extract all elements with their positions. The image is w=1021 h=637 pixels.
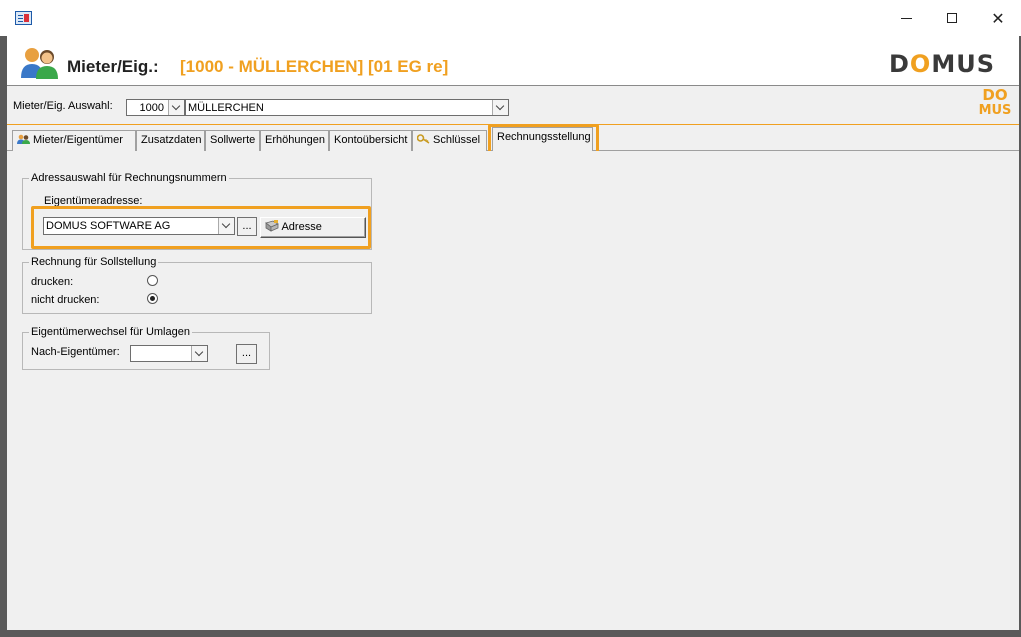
- title-bar: ✕: [0, 0, 1021, 36]
- maximize-icon: [947, 13, 957, 23]
- invoice-group: Rechnung für Sollstellung drucken: nicht…: [22, 256, 372, 314]
- logo-letter-d: D: [889, 50, 910, 78]
- users-icon: [17, 134, 30, 144]
- logo-letter-o: O: [909, 50, 932, 78]
- domus-mini-logo: DO MUS: [977, 88, 1013, 124]
- form-header: Mieter/Eig.: [1000 - MÜLLERCHEN] [01 EG …: [7, 36, 1019, 86]
- tab-sollwerte[interactable]: Sollwerte: [205, 130, 260, 151]
- record-name-value: MÜLLERCHEN: [188, 102, 264, 114]
- tab-label: Zusatzdaten: [141, 134, 202, 146]
- record-number-value: 1000: [139, 102, 164, 114]
- chevron-down-icon[interactable]: [168, 100, 184, 115]
- address-group-title: Adressauswahl für Rechnungsnummern: [29, 172, 229, 184]
- maximize-button[interactable]: [929, 0, 975, 36]
- app-form-icon: [15, 11, 32, 25]
- chevron-down-icon[interactable]: [492, 100, 508, 115]
- record-subtitle: [1000 - MÜLLERCHEN] [01 EG re]: [180, 57, 449, 76]
- selection-label: Mieter/Eig. Auswahl:: [13, 100, 113, 112]
- tab-mieter-eigentuemer[interactable]: Mieter/Eigentümer: [12, 130, 136, 151]
- tab-label: Kontoübersicht: [334, 134, 408, 146]
- domus-logo: DOMUS: [889, 50, 995, 78]
- tab-erhoehungen[interactable]: Erhöhungen: [260, 130, 329, 151]
- key-icon: [417, 134, 430, 144]
- logo-letters-rest: MUS: [931, 50, 995, 78]
- page-title: Mieter/Eig.:: [67, 57, 159, 76]
- minimize-icon: [900, 17, 912, 19]
- tab-label: Schlüssel: [433, 134, 481, 146]
- close-icon: ✕: [991, 8, 1005, 28]
- owner-change-group: Eigentümerwechsel für Umlagen Nach-Eigen…: [22, 326, 270, 370]
- tab-zusatzdaten[interactable]: Zusatzdaten: [136, 130, 205, 151]
- new-owner-combo[interactable]: [130, 345, 208, 362]
- users-icon: [21, 48, 58, 79]
- tab-schluessel[interactable]: Schlüssel: [412, 130, 487, 151]
- no-print-radio[interactable]: [147, 293, 158, 304]
- close-button[interactable]: ✕: [975, 0, 1021, 36]
- invoice-group-title: Rechnung für Sollstellung: [29, 256, 159, 268]
- tab-label: Erhöhungen: [265, 134, 325, 146]
- owner-change-group-title: Eigentümerwechsel für Umlagen: [29, 326, 192, 338]
- new-owner-browse-button[interactable]: ...: [236, 344, 257, 364]
- bottom-frame-strip: [0, 630, 1021, 637]
- record-number-combo[interactable]: 1000: [126, 99, 185, 116]
- print-radio[interactable]: [147, 275, 158, 286]
- minimize-button[interactable]: [883, 0, 929, 36]
- selection-row: Mieter/Eig. Auswahl: 1000 MÜLLERCHEN DO …: [7, 87, 1019, 125]
- print-option-label: drucken:: [31, 276, 74, 288]
- tab-label: Mieter/Eigentümer: [33, 134, 123, 146]
- no-print-option-label: nicht drucken:: [31, 294, 100, 306]
- tab-kontouebersicht[interactable]: Kontoübersicht: [329, 130, 412, 151]
- mini-logo-line1: DO: [982, 86, 1008, 104]
- record-name-combo[interactable]: MÜLLERCHEN: [185, 99, 509, 116]
- address-highlight-frame: [31, 206, 371, 249]
- application-window: ✕ Mieter/Eig.: [1000 - MÜLLERCHEN] [01 E…: [0, 0, 1021, 637]
- mini-logo-line2: MUS: [978, 103, 1012, 118]
- chevron-down-icon[interactable]: [191, 346, 207, 361]
- new-owner-label: Nach-Eigentümer:: [31, 346, 120, 358]
- left-frame-strip: [0, 36, 7, 637]
- tab-label: Sollwerte: [210, 134, 256, 146]
